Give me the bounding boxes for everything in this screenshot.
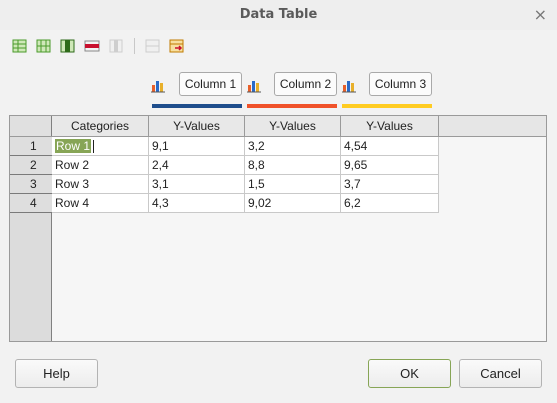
table-cell[interactable]: 8,8: [245, 156, 341, 175]
insert-text-column-button[interactable]: [58, 37, 78, 55]
table-cell[interactable]: 9,1: [149, 137, 245, 156]
series-color-bar-2: [247, 104, 337, 108]
column-header-y-values-2[interactable]: Y-Values: [245, 116, 341, 136]
ok-button[interactable]: OK: [368, 359, 451, 388]
grid-corner: [10, 116, 52, 136]
move-row-down-button[interactable]: [143, 37, 163, 55]
table-cell[interactable]: 1,5: [245, 175, 341, 194]
row-number[interactable]: 2: [10, 156, 52, 175]
data-grid: Categories Y-Values Y-Values Y-Values 1 …: [9, 115, 547, 342]
series-name-field-3[interactable]: Column 3: [369, 72, 432, 96]
column-header-row: Categories Y-Values Y-Values Y-Values: [10, 116, 546, 137]
chart-series-icon: [247, 81, 261, 93]
active-cell-text: Row 1: [55, 139, 92, 153]
title-bar: Data Table ×: [0, 0, 557, 30]
table-cell[interactable]: 9,02: [245, 194, 341, 213]
table-cell[interactable]: 2,4: [149, 156, 245, 175]
series-name-field-2[interactable]: Column 2: [274, 72, 337, 96]
table-cell[interactable]: 3,1: [149, 175, 245, 194]
insert-row-icon: [12, 39, 27, 53]
column-header-y-values-3[interactable]: Y-Values: [341, 116, 439, 136]
dialog-title: Data Table: [239, 7, 318, 22]
series-color-bar-3: [342, 104, 432, 108]
table-cell[interactable]: Row 4: [52, 194, 149, 213]
delete-row-button[interactable]: [82, 37, 102, 55]
move-column-right-icon: [169, 39, 184, 53]
series-color-bar-1: [152, 104, 242, 108]
row-number[interactable]: 3: [10, 175, 52, 194]
table-cell[interactable]: Row 2: [52, 156, 149, 175]
series-name-field-1[interactable]: Column 1: [179, 72, 242, 96]
data-table-dialog: Data Table × Column 1 Column 2 Column 3 …: [0, 0, 557, 403]
insert-text-column-icon: [60, 39, 75, 53]
toolbar-separator: [134, 38, 135, 54]
move-row-down-icon: [145, 39, 160, 53]
insert-series-icon: [36, 39, 51, 53]
toolbar: [10, 36, 187, 56]
series-header: Column 1 Column 2 Column 3: [150, 72, 440, 112]
row-number[interactable]: 4: [10, 194, 52, 213]
move-column-right-button[interactable]: [167, 37, 187, 55]
table-cell[interactable]: 9,65: [341, 156, 439, 175]
cancel-button[interactable]: Cancel: [459, 359, 542, 388]
table-cell[interactable]: 4,54: [341, 137, 439, 156]
insert-series-button[interactable]: [34, 37, 54, 55]
column-header-y-values-1[interactable]: Y-Values: [149, 116, 245, 136]
column-header-categories[interactable]: Categories: [52, 116, 149, 136]
chart-series-icon: [342, 81, 356, 93]
help-button[interactable]: Help: [15, 359, 98, 388]
delete-row-icon: [84, 40, 100, 52]
delete-series-button[interactable]: [106, 37, 126, 55]
table-cell[interactable]: 3,7: [341, 175, 439, 194]
table-cell[interactable]: 4,3: [149, 194, 245, 213]
row-number[interactable]: 1: [10, 137, 52, 156]
text-caret: [93, 140, 95, 154]
close-icon[interactable]: ×: [534, 5, 547, 24]
table-cell[interactable]: 3,2: [245, 137, 341, 156]
insert-row-button[interactable]: [10, 37, 30, 55]
table-cell[interactable]: Row 3: [52, 175, 149, 194]
chart-series-icon: [151, 81, 165, 93]
table-cell[interactable]: Row 1: [52, 137, 149, 156]
delete-series-icon: [109, 39, 123, 53]
table-cell[interactable]: 6,2: [341, 194, 439, 213]
